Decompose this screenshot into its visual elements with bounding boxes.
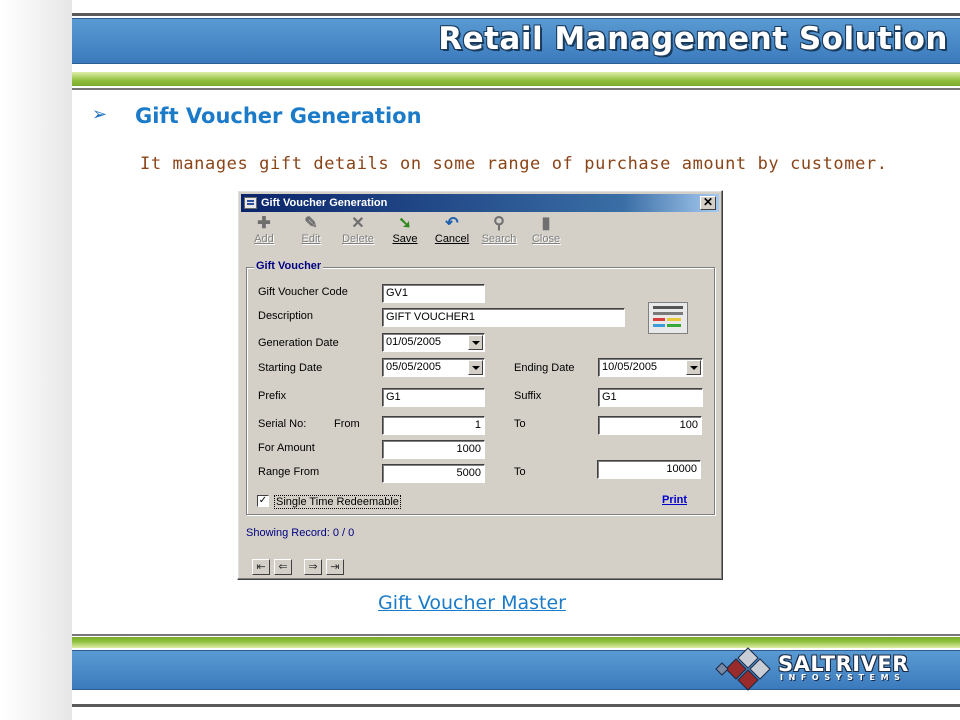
section-title: Gift Voucher Generation [135, 104, 422, 128]
toolbar-save-label: Save [392, 233, 418, 245]
record-status: Showing Record: 0 / 0 [246, 527, 355, 539]
footer-top-rule [72, 634, 960, 636]
gift-voucher-window: Gift Voucher Generation ✕ ✚ Add ✎ Edit ✕… [237, 190, 723, 580]
serial-label: Serial No: [258, 418, 307, 430]
window-title: Gift Voucher Generation [261, 197, 388, 209]
toolbar-save-button[interactable]: ➘ Save [383, 216, 427, 248]
header-banner: Retail Management Solution [72, 18, 960, 64]
last-record-button[interactable]: ⇥ [326, 559, 344, 575]
logo-tagline: INFOSYSTEMS [780, 673, 906, 682]
toolbar-delete-button[interactable]: ✕ Delete [336, 216, 380, 248]
prefix-input[interactable]: G1 [382, 388, 485, 407]
serial-from-input[interactable]: 1 [382, 416, 485, 435]
toolbar-edit-label: Edit [301, 233, 321, 245]
serial-to-input[interactable]: 100 [598, 416, 702, 435]
toolbar-close-label: Close [531, 233, 561, 245]
previous-record-button[interactable]: ⇐ [274, 559, 292, 575]
toolbar-cancel-button[interactable]: ↶ Cancel [430, 216, 474, 248]
print-link[interactable]: Print [662, 494, 687, 506]
toolbar-edit-button[interactable]: ✎ Edit [289, 216, 333, 248]
range-from-label: Range From [258, 466, 320, 478]
amount-label: For Amount [258, 442, 315, 454]
single-time-checkbox[interactable]: ✓ [257, 495, 269, 507]
chevron-down-icon[interactable] [468, 360, 483, 375]
header-title: Retail Management Solution [438, 21, 948, 57]
description-label: Description [258, 310, 314, 322]
range-to-label: To [514, 466, 526, 478]
section-description: It manages gift details on some range of… [140, 154, 888, 174]
last-record-icon: ⇥ [330, 560, 340, 573]
next-record-icon: ⇒ [308, 560, 318, 573]
bullet-arrow-icon: ➢ [92, 104, 108, 125]
window-app-icon [244, 197, 257, 209]
chevron-down-icon[interactable] [686, 360, 701, 375]
description-input[interactable]: GIFT VOUCHER1 [382, 308, 625, 327]
add-icon: ✚ [257, 215, 271, 232]
header-top-rule [72, 13, 960, 16]
serial-to-label: To [514, 418, 526, 430]
cancel-icon: ↶ [445, 215, 459, 232]
ending-date-value: 10/05/2005 [602, 361, 658, 373]
voucher-code-label: Gift Voucher Code [258, 286, 348, 298]
delete-icon: ✕ [351, 215, 365, 232]
first-record-icon: ⇤ [256, 560, 266, 573]
ending-date-label: Ending Date [514, 362, 575, 374]
gift-voucher-master-link[interactable]: Gift Voucher Master [378, 592, 566, 614]
suffix-input[interactable]: G1 [598, 388, 703, 407]
ending-date-select[interactable]: 10/05/2005 [598, 358, 703, 377]
voucher-code-input[interactable]: GV1 [382, 284, 485, 303]
calendar-icon[interactable] [648, 302, 688, 334]
toolbar-close-button[interactable]: ▮ Close [524, 216, 568, 248]
single-time-label[interactable]: Single Time Redeemable [274, 495, 401, 509]
edit-icon: ✎ [304, 215, 318, 232]
suffix-label: Suffix [514, 390, 542, 402]
range-from-input[interactable]: 5000 [382, 464, 485, 483]
toolbar-add-button[interactable]: ✚ Add [242, 216, 286, 248]
starting-date-value: 05/05/2005 [386, 361, 442, 373]
first-record-button[interactable]: ⇤ [252, 559, 270, 575]
group-title: Gift Voucher [254, 260, 324, 272]
search-icon: ⚲ [493, 215, 505, 232]
header-green-stripe [72, 72, 960, 86]
saltriver-logo-icon [715, 647, 771, 691]
window-titlebar: Gift Voucher Generation ✕ [241, 194, 719, 212]
toolbar-delete-label: Delete [342, 233, 374, 245]
serial-from-label: From [334, 418, 360, 430]
generation-date-label: Generation Date [258, 337, 339, 349]
generation-date-value: 01/05/2005 [386, 336, 442, 348]
left-margin-shade [0, 0, 72, 720]
toolbar-cancel-label: Cancel [434, 233, 470, 245]
generation-date-select[interactable]: 01/05/2005 [382, 333, 485, 352]
window-close-button[interactable]: ✕ [700, 196, 716, 210]
previous-record-icon: ⇐ [278, 560, 288, 573]
toolbar-search-button[interactable]: ⚲ Search [477, 216, 521, 248]
toolbar-add-label: Add [254, 233, 274, 245]
footer-bottom-rule [72, 704, 960, 707]
starting-date-select[interactable]: 05/05/2005 [382, 358, 485, 377]
starting-date-label: Starting Date [258, 362, 323, 374]
amount-input[interactable]: 1000 [382, 440, 485, 459]
range-to-input[interactable]: 10000 [597, 460, 701, 479]
next-record-button[interactable]: ⇒ [304, 559, 322, 575]
footer-green-stripe [72, 637, 960, 648]
chevron-down-icon[interactable] [468, 335, 483, 350]
header-bottom-rule [72, 88, 960, 90]
prefix-label: Prefix [258, 390, 287, 402]
save-icon: ➘ [398, 215, 412, 232]
toolbar-search-label: Search [481, 233, 517, 245]
close-door-icon: ▮ [541, 215, 551, 232]
